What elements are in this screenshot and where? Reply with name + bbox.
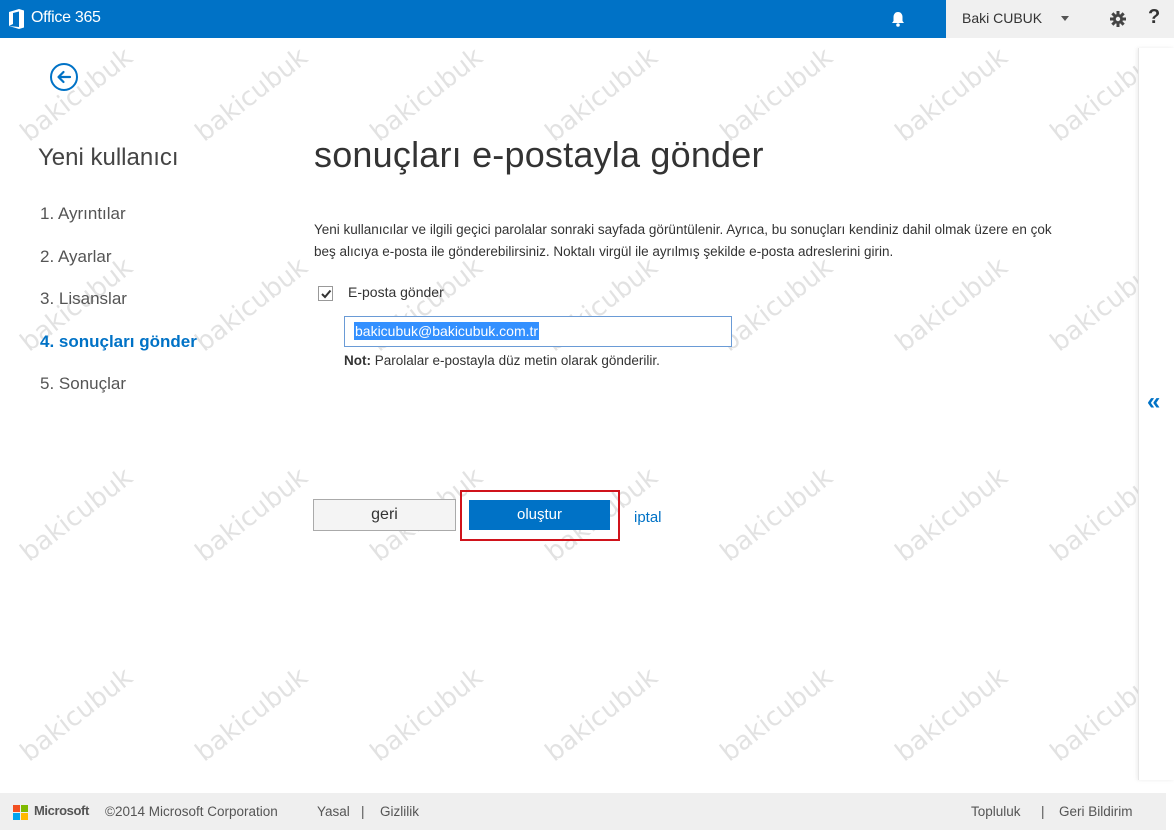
watermark-text: bakicubuk bbox=[189, 252, 314, 358]
expand-panel-icon[interactable]: « bbox=[1147, 388, 1160, 416]
wizard-title: Yeni kullanıcı bbox=[38, 144, 179, 171]
footer-separator: | bbox=[1041, 804, 1045, 819]
wizard-step-licenses[interactable]: 3. Lisanslar bbox=[40, 289, 127, 309]
note-label: Not: bbox=[344, 353, 371, 368]
send-email-checkbox[interactable] bbox=[318, 286, 333, 301]
notification-bell-icon[interactable] bbox=[888, 9, 908, 29]
legal-link[interactable]: Yasal bbox=[317, 804, 350, 819]
watermark-text: bakicubuk bbox=[189, 662, 314, 768]
watermark-text: bakicubuk bbox=[714, 662, 839, 768]
watermark-text: bakicubuk bbox=[364, 662, 489, 768]
copyright-text: ©2014 Microsoft Corporation bbox=[105, 804, 278, 819]
watermark-text: bakicubuk bbox=[539, 42, 664, 148]
privacy-link[interactable]: Gizlilik bbox=[380, 804, 419, 819]
watermark-text: bakicubuk bbox=[14, 462, 139, 568]
watermark-text: bakicubuk bbox=[14, 42, 139, 148]
wizard-step-settings[interactable]: 2. Ayarlar bbox=[40, 247, 112, 267]
wizard-step-details[interactable]: 1. Ayrıntılar bbox=[40, 204, 126, 224]
back-button[interactable]: geri bbox=[313, 499, 456, 531]
help-icon[interactable]: ? bbox=[1148, 6, 1160, 29]
app-title[interactable]: Office 365 bbox=[31, 9, 101, 27]
watermark-text: bakicubuk bbox=[889, 662, 1014, 768]
watermark-text: bakicubuk bbox=[14, 662, 139, 768]
top-bar-brand-area bbox=[0, 0, 946, 38]
watermark-text: bakicubuk bbox=[889, 42, 1014, 148]
feedback-link[interactable]: Geri Bildirim bbox=[1059, 804, 1133, 819]
page-title: sonuçları e-postayla gönder bbox=[314, 134, 764, 175]
email-recipients-value[interactable]: bakicubuk@bakicubuk.com.tr bbox=[354, 322, 540, 340]
office-logo-icon[interactable] bbox=[8, 8, 26, 30]
watermark-text: bakicubuk bbox=[889, 462, 1014, 568]
watermark-text: bakicubuk bbox=[714, 42, 839, 148]
cancel-link[interactable]: iptal bbox=[634, 509, 662, 526]
create-button-highlight bbox=[460, 490, 620, 541]
community-link[interactable]: Topluluk bbox=[971, 804, 1021, 819]
watermark-text: bakicubuk bbox=[714, 462, 839, 568]
description-text: Yeni kullanıcılar ve ilgili geçici parol… bbox=[314, 222, 1052, 259]
microsoft-logo-icon bbox=[13, 805, 29, 821]
back-arrow-icon[interactable] bbox=[50, 63, 78, 91]
user-menu-name[interactable]: Baki CUBUK bbox=[962, 10, 1042, 26]
chevron-down-icon[interactable] bbox=[1061, 16, 1069, 21]
watermark-text: bakicubuk bbox=[889, 252, 1014, 358]
password-note: Not: Parolalar e-postayla düz metin olar… bbox=[344, 353, 660, 368]
top-navigation-bar: Office 365 Baki CUBUK ? bbox=[0, 0, 1174, 38]
wizard-step-send-results[interactable]: 4. sonuçları gönder bbox=[40, 332, 197, 352]
watermark-text: bakicubuk bbox=[364, 42, 489, 148]
send-email-label[interactable]: E-posta gönder bbox=[348, 284, 444, 300]
note-text: Parolalar e-postayla düz metin olarak gö… bbox=[371, 353, 660, 368]
watermark-text: bakicubuk bbox=[539, 662, 664, 768]
watermark-text: bakicubuk bbox=[189, 42, 314, 148]
watermark-text: bakicubuk bbox=[189, 462, 314, 568]
footer-separator: | bbox=[361, 804, 365, 819]
wizard-step-results[interactable]: 5. Sonuçlar bbox=[40, 374, 126, 394]
microsoft-brand: Microsoft bbox=[34, 803, 89, 818]
gear-icon[interactable] bbox=[1108, 9, 1128, 29]
watermark-text: bakicubuk bbox=[714, 252, 839, 358]
